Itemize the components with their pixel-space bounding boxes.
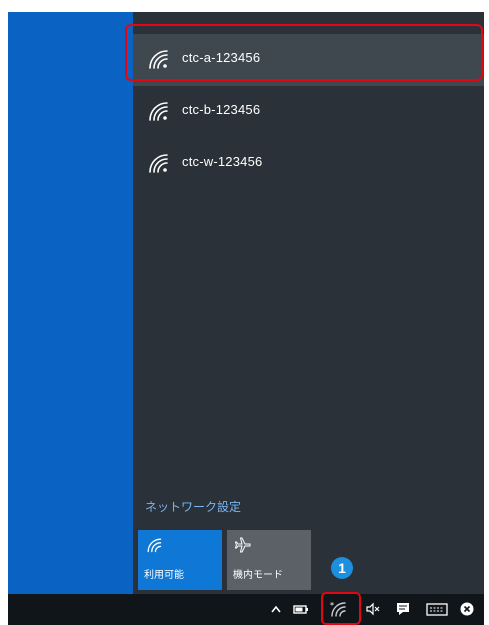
- network-item-ctc-b[interactable]: ctc-b-123456: [133, 86, 484, 138]
- step-marker-badge: 1: [331, 557, 353, 579]
- close-circle-icon[interactable]: [459, 600, 475, 618]
- airplane-icon: [235, 537, 251, 553]
- tray-wifi-highlight: [321, 592, 361, 625]
- wifi-icon: [149, 102, 168, 121]
- keyboard-icon[interactable]: [426, 600, 448, 618]
- speaker-mute-icon[interactable]: [365, 600, 381, 618]
- battery-icon[interactable]: [293, 600, 309, 618]
- chevron-up-icon[interactable]: [270, 600, 282, 618]
- wifi-toggle-tile[interactable]: 利用可能: [138, 530, 222, 590]
- network-name: ctc-b-123456: [182, 102, 261, 117]
- wifi-tile-label: 利用可能: [144, 570, 184, 581]
- wifi-icon: [147, 538, 162, 553]
- selected-network-highlight: [125, 24, 483, 81]
- action-center-icon[interactable]: [395, 600, 411, 618]
- network-item-ctc-w[interactable]: ctc-w-123456: [133, 138, 484, 190]
- airplane-tile-label: 機内モード: [233, 570, 283, 581]
- wifi-icon: [149, 154, 168, 173]
- taskbar: *: [8, 594, 484, 625]
- network-name: ctc-w-123456: [182, 154, 263, 169]
- airplane-mode-tile[interactable]: 機内モード: [227, 530, 311, 590]
- network-settings-link[interactable]: ネットワーク設定: [145, 498, 241, 515]
